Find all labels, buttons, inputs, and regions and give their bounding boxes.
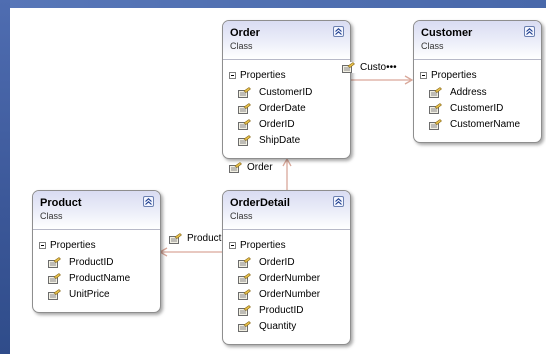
- association-name: Order: [247, 162, 273, 173]
- property-icon: [48, 273, 61, 284]
- class-name: OrderDetail: [230, 197, 290, 209]
- properties-section-header[interactable]: Properties: [39, 239, 96, 252]
- minus-box-icon[interactable]: [229, 72, 236, 79]
- association-label-product[interactable]: Product: [169, 233, 222, 244]
- class-customer[interactable]: Customer Class Properties Address Custom…: [413, 20, 542, 143]
- property-icon: [238, 321, 251, 332]
- class-kind: Class: [421, 41, 444, 51]
- property-row[interactable]: CustomerID: [429, 102, 503, 115]
- property-name: OrderNumber: [259, 289, 321, 300]
- property-icon: [48, 289, 61, 300]
- property-row[interactable]: Address: [429, 86, 487, 99]
- property-row[interactable]: OrderID: [238, 118, 295, 131]
- class-orderdetail-header[interactable]: OrderDetail Class: [223, 191, 350, 230]
- class-kind: Class: [230, 41, 253, 51]
- property-row[interactable]: OrderDate: [238, 102, 306, 115]
- property-icon: [229, 162, 242, 173]
- property-icon: [238, 135, 251, 146]
- property-name: ShipDate: [259, 135, 301, 146]
- property-row[interactable]: OrderID: [238, 256, 295, 269]
- property-row[interactable]: CustomerName: [429, 118, 520, 131]
- property-icon: [238, 305, 251, 316]
- properties-section-header[interactable]: Properties: [420, 69, 477, 82]
- property-icon: [238, 273, 251, 284]
- property-icon: [238, 257, 251, 268]
- window-top-edge: [0, 0, 546, 8]
- class-customer-header[interactable]: Customer Class: [414, 21, 541, 60]
- property-name: OrderNumber: [259, 273, 321, 284]
- properties-section-header[interactable]: Properties: [229, 69, 286, 82]
- association-label-customer[interactable]: Custo•••: [342, 62, 397, 73]
- double-chevron-up-icon[interactable]: [524, 26, 535, 37]
- double-chevron-up-icon[interactable]: [333, 26, 344, 37]
- section-label: Properties: [431, 70, 477, 81]
- property-icon: [238, 103, 251, 114]
- property-name: CustomerID: [259, 87, 313, 98]
- minus-box-icon[interactable]: [420, 72, 427, 79]
- property-icon: [429, 119, 442, 130]
- property-icon: [169, 233, 182, 244]
- association-name: Product: [187, 233, 222, 244]
- class-name: Product: [40, 197, 82, 209]
- section-label: Properties: [240, 240, 286, 251]
- property-row[interactable]: ShipDate: [238, 134, 300, 147]
- section-label: Properties: [240, 70, 286, 81]
- property-name: ProductName: [69, 273, 131, 284]
- class-product-header[interactable]: Product Class: [33, 191, 160, 230]
- property-name: ProductID: [69, 257, 114, 268]
- property-name: CustomerID: [450, 103, 504, 114]
- class-name: Order: [230, 27, 260, 39]
- class-order-header[interactable]: Order Class: [223, 21, 350, 60]
- property-name: OrderDate: [259, 103, 306, 114]
- property-row[interactable]: ProductID: [238, 304, 303, 317]
- double-chevron-up-icon[interactable]: [143, 196, 154, 207]
- class-kind: Class: [230, 211, 253, 221]
- property-icon: [238, 87, 251, 98]
- section-label: Properties: [50, 240, 96, 251]
- property-name: ProductID: [259, 305, 304, 316]
- double-chevron-up-icon[interactable]: [333, 196, 344, 207]
- property-name: Address: [450, 87, 487, 98]
- property-row[interactable]: OrderNumber: [238, 272, 320, 285]
- property-row[interactable]: CustomerID: [238, 86, 312, 99]
- property-row[interactable]: ProductName: [48, 272, 130, 285]
- property-row[interactable]: UnitPrice: [48, 288, 110, 301]
- property-name: UnitPrice: [69, 289, 110, 300]
- window-left-edge: [0, 0, 10, 354]
- minus-box-icon[interactable]: [39, 242, 46, 249]
- property-name: OrderID: [259, 119, 295, 130]
- property-icon: [429, 103, 442, 114]
- property-row[interactable]: Quantity: [238, 320, 296, 333]
- association-name: Custo•••: [360, 62, 397, 73]
- class-kind: Class: [40, 211, 63, 221]
- class-name: Customer: [421, 27, 473, 39]
- property-name: OrderID: [259, 257, 295, 268]
- property-icon: [429, 87, 442, 98]
- class-product[interactable]: Product Class Properties ProductID Produ…: [32, 190, 161, 313]
- class-order[interactable]: Order Class Properties CustomerID OrderD…: [222, 20, 351, 159]
- property-name: Quantity: [259, 321, 297, 332]
- property-icon: [238, 119, 251, 130]
- class-orderdetail[interactable]: OrderDetail Class Properties OrderID Ord…: [222, 190, 351, 345]
- properties-section-header[interactable]: Properties: [229, 239, 286, 252]
- minus-box-icon[interactable]: [229, 242, 236, 249]
- property-row[interactable]: OrderNumber: [238, 288, 320, 301]
- property-icon: [238, 289, 251, 300]
- property-icon: [48, 257, 61, 268]
- association-label-order[interactable]: Order: [229, 162, 273, 173]
- property-row[interactable]: ProductID: [48, 256, 113, 269]
- property-icon: [342, 62, 355, 73]
- property-name: CustomerName: [450, 119, 521, 130]
